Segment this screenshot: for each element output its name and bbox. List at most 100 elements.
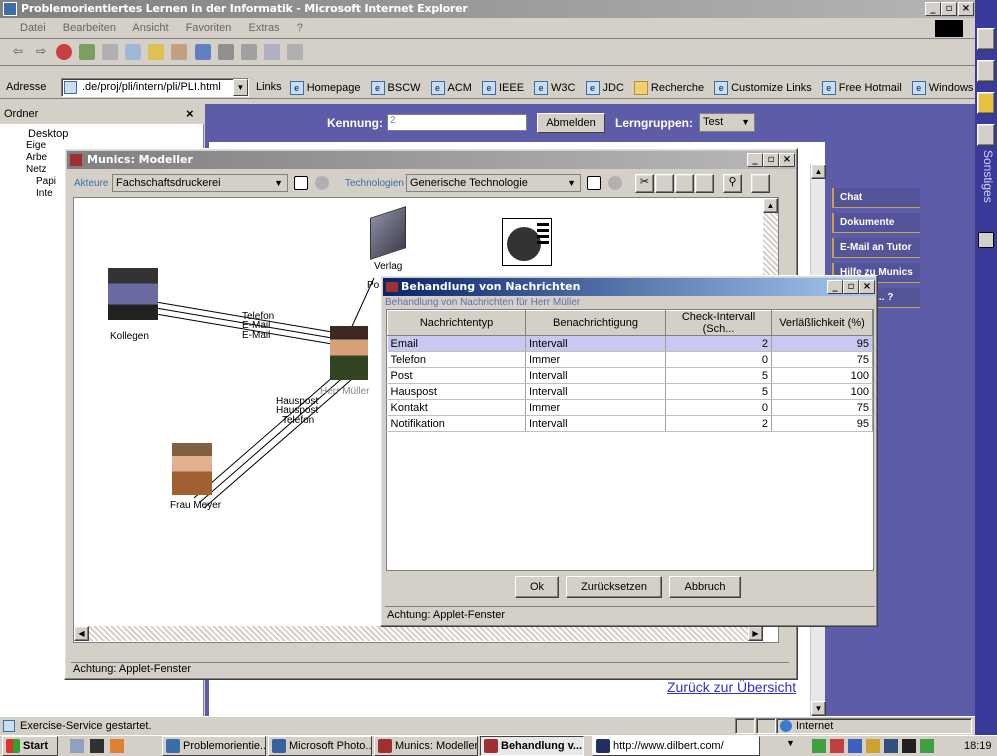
table-row[interactable]: Hauspost Intervall 5 100	[387, 383, 873, 400]
cell-benachrichtigung[interactable]: Immer	[525, 399, 666, 416]
tray-icon-2[interactable]	[830, 739, 844, 753]
cell-verlaesslichkeit[interactable]: 95	[771, 335, 873, 352]
lerngruppen-select[interactable]: Test ▼	[699, 113, 755, 132]
task-dilbert[interactable]: http://www.dilbert.com/	[592, 736, 760, 756]
tray-icon-3[interactable]	[848, 739, 862, 753]
table-row[interactable]: Notifikation Intervall 2 95	[387, 415, 873, 432]
menu-extras[interactable]: Extras	[248, 22, 279, 34]
canvas-scroll-up[interactable]: ▲	[763, 198, 778, 213]
technologien-select[interactable]: Generische Technologie ▼	[406, 174, 581, 192]
kennung-input[interactable]: 2	[387, 114, 527, 131]
cell-benachrichtigung[interactable]: Intervall	[525, 415, 666, 432]
ql-app-icon[interactable]	[110, 739, 124, 753]
maximize-button[interactable]: ▫	[941, 2, 957, 16]
cell-intervall[interactable]: 2	[665, 335, 772, 352]
menu-help[interactable]: ?	[297, 22, 303, 34]
link-windows[interactable]: e Windows	[911, 81, 973, 95]
cell-benachrichtigung[interactable]: Intervall	[525, 335, 666, 352]
tree-item-desktop[interactable]: Desktop	[12, 128, 68, 140]
cell-typ[interactable]: Notifikation	[387, 415, 526, 432]
link-homepage[interactable]: e Homepage	[289, 81, 361, 95]
minimize-button[interactable]: _	[925, 2, 941, 16]
close-button[interactable]: ×	[958, 2, 974, 16]
task-dropdown-icon[interactable]: ▼	[786, 738, 795, 748]
cancel-button[interactable]: Abbruch	[669, 576, 741, 598]
cell-typ[interactable]: Post	[387, 367, 526, 384]
sonstiges-tab[interactable]: Sonstiges	[977, 150, 995, 220]
discuss-icon[interactable]	[286, 44, 303, 60]
tray-icon-7[interactable]	[920, 739, 934, 753]
page-scroll-up[interactable]: ▲	[811, 164, 826, 179]
cell-typ[interactable]: Hauspost	[387, 383, 526, 400]
tray-icon-1[interactable]	[812, 739, 826, 753]
address-dropdown-icon[interactable]: ▼	[233, 79, 248, 96]
frau-meyer-icon[interactable]	[172, 443, 212, 495]
cell-benachrichtigung[interactable]: Intervall	[525, 383, 666, 400]
menu-bearbeiten[interactable]: Bearbeiten	[63, 22, 116, 34]
table-row[interactable]: Email Intervall 2 95	[387, 335, 873, 352]
zoom-icon[interactable]: ⚲	[723, 174, 742, 193]
link-acm[interactable]: e ACM	[430, 81, 472, 95]
cell-typ[interactable]: Email	[387, 335, 526, 352]
link-ieee[interactable]: e IEEE	[481, 81, 524, 95]
paste-icon[interactable]	[675, 174, 694, 193]
link-jdc[interactable]: e JDC	[585, 81, 624, 95]
cell-verlaesslichkeit[interactable]: 75	[771, 351, 873, 368]
tree-item-eigene[interactable]: Eige	[26, 140, 46, 151]
col-benachrichtigung[interactable]: Benachrichtigung	[525, 310, 666, 336]
tray-icon-5[interactable]	[884, 739, 898, 753]
actor-record-icon[interactable]	[315, 176, 329, 190]
pen-icon[interactable]	[978, 232, 994, 248]
cell-typ[interactable]: Telefon	[387, 351, 526, 368]
cut-icon[interactable]: ✂	[635, 174, 654, 193]
menu-favoriten[interactable]: Favoriten	[186, 22, 232, 34]
ok-button[interactable]: Ok	[515, 576, 559, 598]
clock-icon[interactable]	[502, 218, 552, 266]
tree-item-papier[interactable]: Papi	[36, 176, 56, 187]
task-photo[interactable]: Microsoft Photo...	[268, 736, 372, 756]
dialog-maximize-button[interactable]: ▫	[843, 280, 859, 294]
reset-button[interactable]: Zurücksetzen	[566, 576, 662, 598]
cell-verlaesslichkeit[interactable]: 75	[771, 399, 873, 416]
nav-dokumente[interactable]: Dokumente	[832, 213, 920, 233]
refresh-icon[interactable]	[79, 44, 96, 60]
delete-icon[interactable]	[695, 174, 714, 193]
new-actor-icon[interactable]	[294, 176, 308, 190]
col-nachrichtentyp[interactable]: Nachrichtentyp	[387, 310, 526, 336]
col-verlaesslichkeit[interactable]: Verläßlichkeit (%)	[771, 310, 873, 336]
back-to-overview-link[interactable]: Zurück zur Übersicht	[667, 679, 796, 695]
tree-item-arbeit[interactable]: Arbe	[26, 152, 47, 163]
stop-icon[interactable]	[56, 44, 73, 60]
table-row[interactable]: Kontakt Immer 0 75	[387, 399, 873, 416]
ql-icon-2[interactable]	[977, 60, 995, 82]
task-behandlung[interactable]: Behandlung v...	[480, 736, 584, 756]
history-icon[interactable]	[171, 44, 188, 60]
dialog-close-button[interactable]: ×	[859, 280, 875, 294]
tree-item-internet[interactable]: Inte	[36, 188, 53, 199]
forward-icon[interactable]: ⇨	[33, 44, 50, 60]
task-problemorientiertes[interactable]: Problemorientie...	[162, 736, 266, 756]
herr-mueller-icon[interactable]	[330, 326, 368, 380]
cell-intervall[interactable]: 0	[665, 351, 772, 368]
tray-icon-4[interactable]	[866, 739, 880, 753]
ql-terminal-icon[interactable]	[90, 739, 104, 753]
dialog-minimize-button[interactable]: _	[827, 280, 843, 294]
cell-benachrichtigung[interactable]: Intervall	[525, 367, 666, 384]
comment-icon[interactable]	[751, 174, 770, 193]
canvas-scroll-right[interactable]: ▶	[748, 626, 763, 641]
new-tech-icon[interactable]	[587, 176, 601, 190]
media-icon[interactable]	[194, 44, 211, 60]
link-customize[interactable]: e Customize Links	[714, 81, 812, 95]
menu-ansicht[interactable]: Ansicht	[132, 22, 168, 34]
home-icon[interactable]	[102, 44, 119, 60]
tree-item-netz[interactable]: Netz	[26, 164, 47, 175]
ql-icon-4[interactable]	[977, 124, 995, 146]
ql-desktop-icon[interactable]	[70, 739, 84, 753]
address-input[interactable]: .de/proj/pli/intern/pli/PLI.html ▼	[61, 78, 249, 97]
table-row[interactable]: Post Intervall 5 100	[387, 367, 873, 384]
cell-benachrichtigung[interactable]: Immer	[525, 351, 666, 368]
cell-verlaesslichkeit[interactable]: 100	[771, 383, 873, 400]
folder-pane-close-icon[interactable]: ×	[186, 106, 194, 121]
modeller-minimize-button[interactable]: _	[747, 153, 763, 167]
table-row[interactable]: Telefon Immer 0 75	[387, 351, 873, 368]
